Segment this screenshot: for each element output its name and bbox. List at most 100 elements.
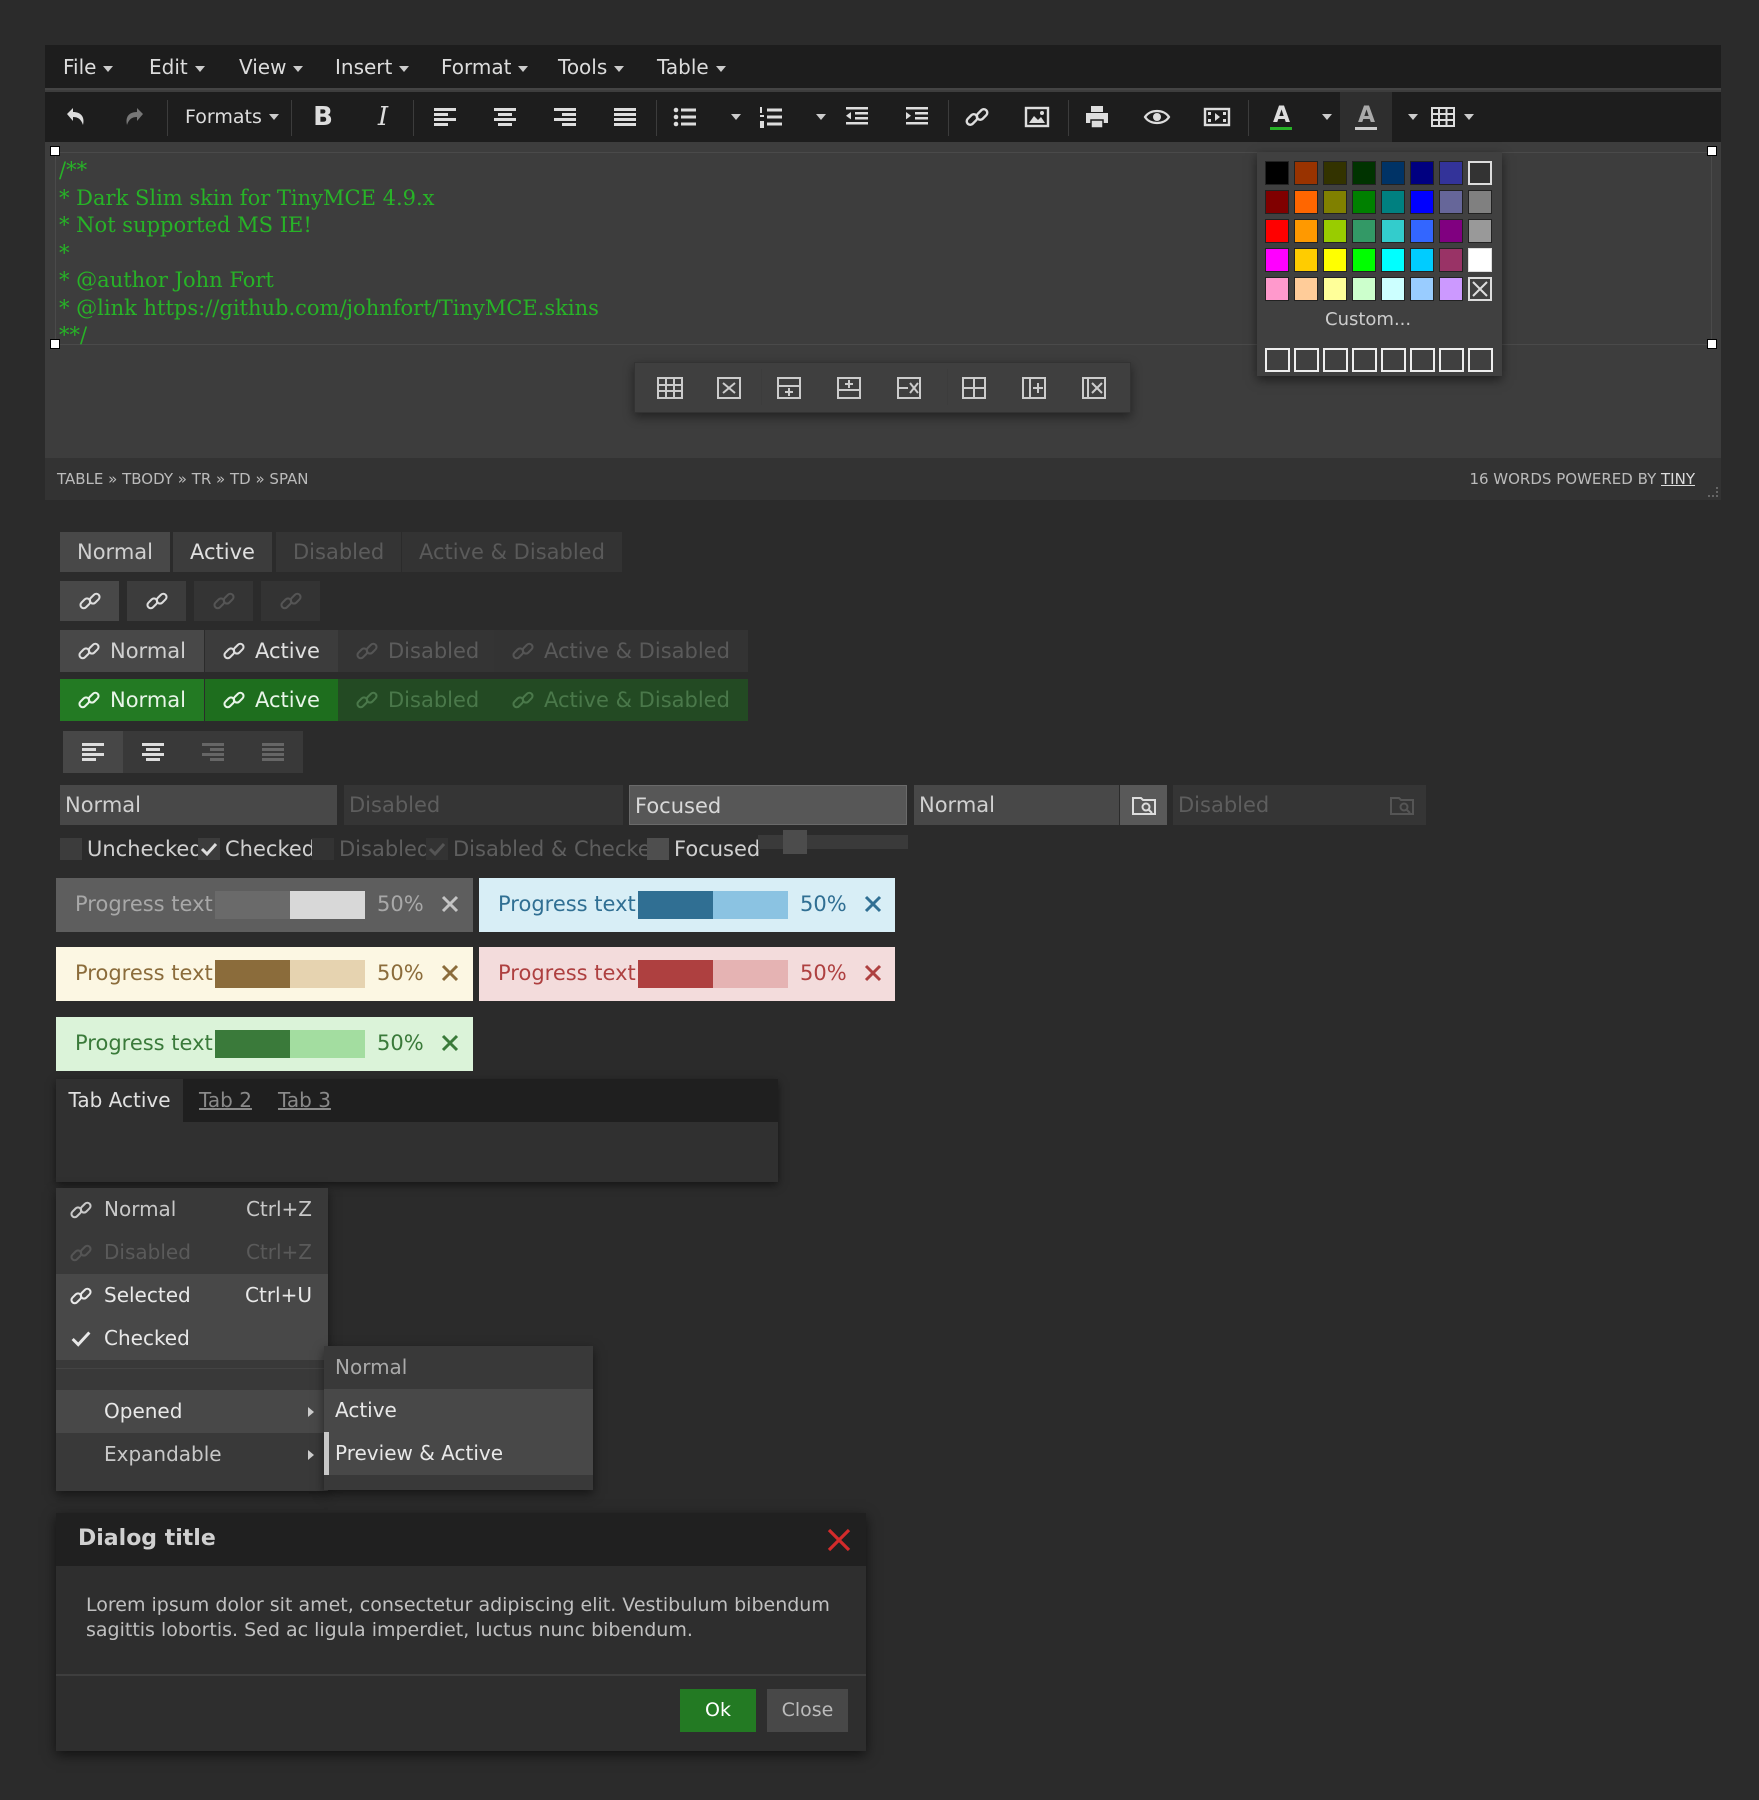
col-delete-icon[interactable]: [1079, 373, 1109, 403]
color-swatch[interactable]: [1439, 190, 1463, 214]
close-icon[interactable]: [438, 892, 462, 916]
preview-button[interactable]: [1131, 92, 1183, 142]
color-swatch[interactable]: [1439, 161, 1463, 185]
print-button[interactable]: [1071, 92, 1123, 142]
link-icon-button-active[interactable]: [127, 581, 186, 621]
color-swatch[interactable]: [1439, 277, 1463, 301]
icon-text-button-active-disabled[interactable]: Active & Disabled: [494, 630, 748, 672]
table-props-icon[interactable]: [655, 373, 685, 403]
color-swatch[interactable]: [1352, 248, 1376, 272]
custom-color-swatch[interactable]: [1294, 348, 1319, 372]
text-input-disabled[interactable]: Disabled: [344, 785, 623, 825]
submenu-item-active[interactable]: Active: [324, 1389, 593, 1432]
menu-tools[interactable]: Tools: [558, 45, 625, 90]
close-button[interactable]: Close: [767, 1689, 848, 1732]
bold-button[interactable]: B: [297, 92, 349, 142]
outdent-button[interactable]: [831, 92, 883, 142]
color-swatch[interactable]: [1381, 161, 1405, 185]
combobox-input-disabled[interactable]: Disabled: [1173, 785, 1378, 825]
text-color-button[interactable]: A: [1255, 92, 1307, 142]
menu-table[interactable]: Table: [657, 45, 726, 90]
icon-text-button-disabled[interactable]: Disabled: [338, 630, 498, 672]
powered-by-link[interactable]: TINY: [1661, 470, 1695, 488]
combobox-input-normal[interactable]: Normal: [914, 785, 1119, 825]
color-swatch[interactable]: [1410, 161, 1434, 185]
close-icon[interactable]: [824, 1525, 854, 1555]
color-swatch[interactable]: [1381, 219, 1405, 243]
resize-handle-top-right[interactable]: [1707, 146, 1717, 156]
checkbox-disabled[interactable]: Disabled: [312, 835, 430, 863]
resize-grip-icon[interactable]: [1708, 487, 1718, 497]
numbered-list-button[interactable]: [745, 92, 797, 142]
close-icon[interactable]: [438, 961, 462, 985]
color-swatch[interactable]: [1323, 219, 1347, 243]
icon-text-button-normal[interactable]: Normal: [60, 630, 204, 672]
color-swatch[interactable]: [1468, 248, 1492, 272]
custom-color-swatch[interactable]: [1323, 348, 1348, 372]
slider-handle[interactable]: [783, 830, 807, 854]
submenu-item-preview-active[interactable]: Preview & Active: [324, 1432, 593, 1475]
color-swatch[interactable]: [1381, 248, 1405, 272]
custom-color-swatch[interactable]: [1352, 348, 1377, 372]
tab-active[interactable]: Tab Active: [56, 1079, 183, 1122]
link-button[interactable]: [951, 92, 1003, 142]
color-swatch[interactable]: [1468, 161, 1492, 185]
color-swatch[interactable]: [1294, 219, 1318, 243]
align-justify-button[interactable]: [599, 92, 651, 142]
color-swatch[interactable]: [1323, 248, 1347, 272]
color-swatch[interactable]: [1352, 277, 1376, 301]
color-swatch[interactable]: [1265, 219, 1289, 243]
bullet-list-button[interactable]: [659, 92, 711, 142]
background-color-button[interactable]: A: [1340, 92, 1392, 142]
button-active[interactable]: Active: [173, 532, 272, 572]
color-swatch[interactable]: [1439, 219, 1463, 243]
slider[interactable]: [758, 830, 908, 854]
close-icon[interactable]: [861, 961, 885, 985]
align-center-button[interactable]: [479, 92, 531, 142]
menu-item-normal[interactable]: Normal Ctrl+Z: [56, 1188, 328, 1231]
text-input-focused[interactable]: Focused: [629, 785, 907, 825]
color-swatch[interactable]: [1352, 190, 1376, 214]
tab-2[interactable]: Tab 2: [199, 1079, 252, 1122]
color-swatch[interactable]: [1381, 190, 1405, 214]
custom-color-swatch[interactable]: [1468, 348, 1493, 372]
menu-format[interactable]: Format: [441, 45, 529, 90]
color-swatch[interactable]: [1410, 190, 1434, 214]
redo-button[interactable]: [109, 92, 161, 142]
color-swatch[interactable]: [1410, 219, 1434, 243]
color-swatch[interactable]: [1323, 277, 1347, 301]
align-left-button[interactable]: [419, 92, 471, 142]
color-swatch[interactable]: [1323, 190, 1347, 214]
link-icon-button-disabled[interactable]: [194, 581, 253, 621]
color-swatch[interactable]: [1468, 219, 1492, 243]
combobox-browse-button[interactable]: [1120, 785, 1167, 825]
color-swatch[interactable]: [1265, 248, 1289, 272]
menu-item-checked[interactable]: Checked: [56, 1317, 328, 1360]
row-insert-before-icon[interactable]: [774, 373, 804, 403]
menu-insert[interactable]: Insert: [335, 45, 410, 90]
menu-item-selected[interactable]: Selected Ctrl+U: [56, 1274, 328, 1317]
color-swatch[interactable]: [1294, 248, 1318, 272]
align-right-button[interactable]: [539, 92, 591, 142]
indent-button[interactable]: [891, 92, 943, 142]
primary-button-active-disabled[interactable]: Active & Disabled: [494, 679, 748, 721]
close-icon[interactable]: [438, 1031, 462, 1055]
resize-handle-top-left[interactable]: [50, 146, 60, 156]
col-insert-after-icon[interactable]: [1019, 373, 1049, 403]
color-swatch[interactable]: [1265, 161, 1289, 185]
resize-handle-bottom-left[interactable]: [50, 339, 60, 349]
checkbox-disabled-checked[interactable]: Disabled & Checked: [426, 835, 664, 863]
checkbox-focused[interactable]: Focused: [647, 835, 760, 863]
primary-button-normal[interactable]: Normal: [60, 679, 204, 721]
submenu-item-normal[interactable]: Normal: [324, 1346, 593, 1389]
custom-color-swatch[interactable]: [1439, 348, 1464, 372]
menu-item-disabled[interactable]: Disabled Ctrl+Z: [56, 1231, 328, 1274]
menu-item-expandable[interactable]: Expandable: [56, 1433, 328, 1476]
numbered-list-dropdown-icon[interactable]: [816, 114, 826, 120]
custom-color-swatch[interactable]: [1410, 348, 1435, 372]
close-icon[interactable]: [861, 892, 885, 916]
color-swatch[interactable]: [1468, 190, 1492, 214]
primary-button-active[interactable]: Active: [205, 679, 338, 721]
checkbox-unchecked[interactable]: Unchecked: [60, 835, 203, 863]
color-swatch[interactable]: [1265, 190, 1289, 214]
